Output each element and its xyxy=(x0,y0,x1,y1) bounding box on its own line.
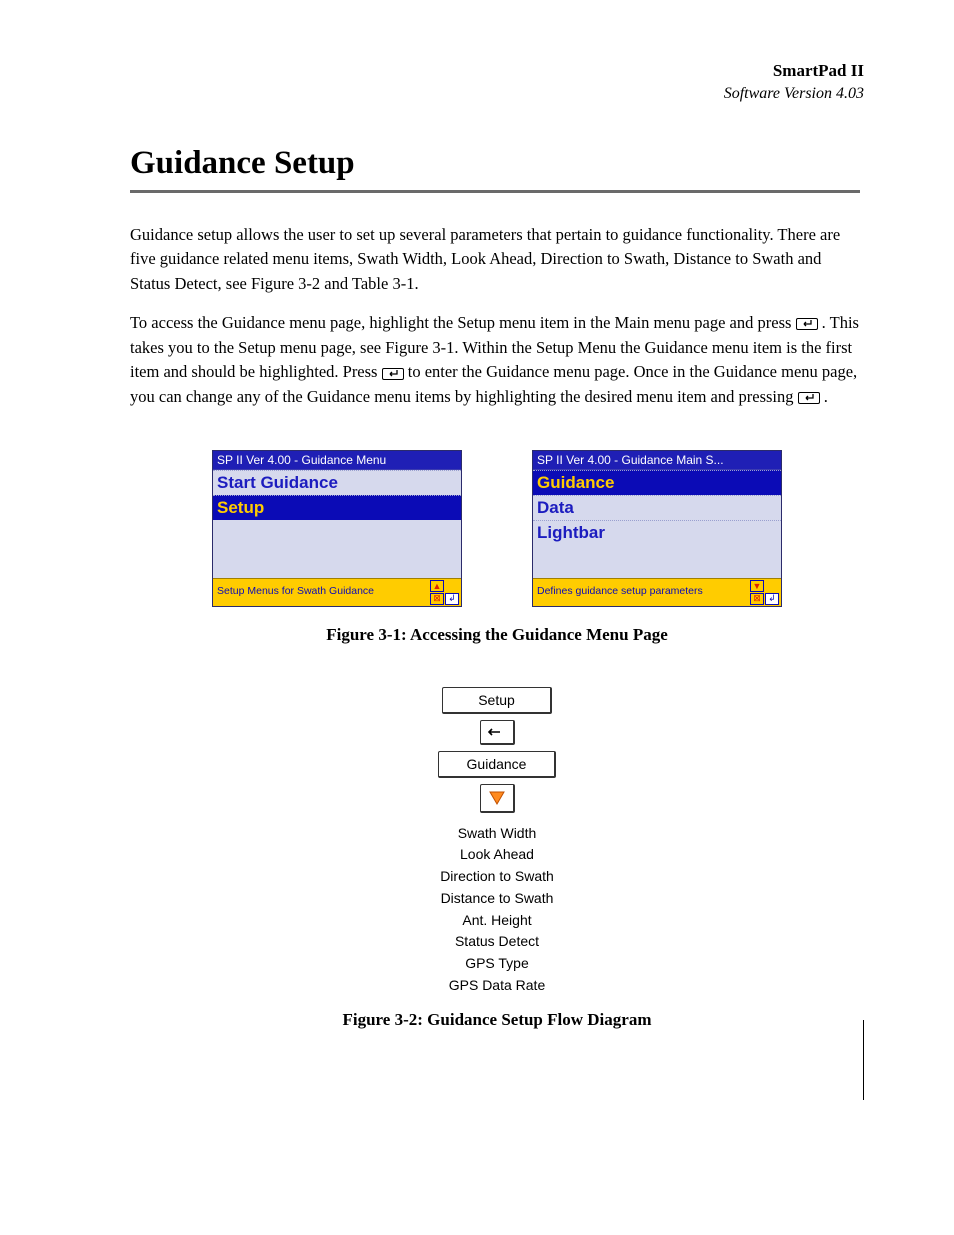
close-x-icon: ⊠ xyxy=(750,593,764,605)
lcd-titlebar: SP II Ver 4.00 - Guidance Main S... xyxy=(533,451,781,470)
figure-3-1-caption: Figure 3-1: Accessing the Guidance Menu … xyxy=(130,625,864,645)
paragraph-1: Guidance setup allows the user to set up… xyxy=(130,223,864,297)
lcd-guidance-main-setup: SP II Ver 4.00 - Guidance Main S... Guid… xyxy=(532,450,782,607)
enter-small-icon: ↲ xyxy=(445,593,459,605)
page-edge-rule xyxy=(863,1020,864,1100)
flow-item: Look Ahead xyxy=(440,844,554,866)
lcd-status-bar: Setup Menus for Swath Guidance ▲ ⊠ ↲ xyxy=(213,578,461,606)
screenshots-row: SP II Ver 4.00 - Guidance Menu Start Gui… xyxy=(130,450,864,607)
figure-3-2-caption: Figure 3-2: Guidance Setup Flow Diagram xyxy=(130,1010,864,1030)
lcd-titlebar: SP II Ver 4.00 - Guidance Menu xyxy=(213,451,461,470)
flow-down-triangle-icon xyxy=(480,784,515,813)
lcd-status-icons: ▼ ⊠ ↲ xyxy=(748,579,781,606)
menu-item-setup[interactable]: Setup xyxy=(213,495,461,520)
lcd-status-text: Setup Menus for Swath Guidance xyxy=(213,579,428,606)
flow-item: Status Detect xyxy=(440,931,554,953)
menu-item-guidance[interactable]: Guidance xyxy=(533,470,781,495)
down-arrow-icon: ▼ xyxy=(750,580,764,592)
menu-item-data[interactable]: Data xyxy=(533,495,781,520)
lcd-status-bar: Defines guidance setup parameters ▼ ⊠ ↲ xyxy=(533,578,781,606)
flow-item: GPS Type xyxy=(440,953,554,975)
lcd-status-icons: ▲ ⊠ ↲ xyxy=(428,579,461,606)
lcd-menu-area: Start Guidance Setup xyxy=(213,470,461,578)
flow-item: GPS Data Rate xyxy=(440,975,554,997)
product-name: SmartPad II xyxy=(130,60,864,83)
flow-item-list: Swath Width Look Ahead Direction to Swat… xyxy=(440,823,554,997)
flow-item: Distance to Swath xyxy=(440,888,554,910)
flow-box-setup: Setup xyxy=(442,687,552,714)
doc-header: SmartPad II Software Version 4.03 xyxy=(130,60,864,105)
enter-key-icon xyxy=(382,368,404,380)
enter-small-icon: ↲ xyxy=(765,593,779,605)
page-title: Guidance Setup xyxy=(130,145,864,182)
flow-item: Ant. Height xyxy=(440,910,554,932)
flow-diagram: Setup Guidance Swath Width Look Ahead Di… xyxy=(130,687,864,997)
enter-key-icon xyxy=(798,392,820,404)
up-arrow-icon: ▲ xyxy=(430,580,444,592)
close-x-icon: ⊠ xyxy=(430,593,444,605)
enter-key-icon xyxy=(796,318,818,330)
software-version: Software Version 4.03 xyxy=(130,83,864,105)
lcd-guidance-menu: SP II Ver 4.00 - Guidance Menu Start Gui… xyxy=(212,450,462,607)
body-text: Guidance setup allows the user to set up… xyxy=(130,223,864,410)
menu-item-start-guidance[interactable]: Start Guidance xyxy=(213,470,461,495)
menu-item-lightbar[interactable]: Lightbar xyxy=(533,520,781,545)
flow-item: Direction to Swath xyxy=(440,866,554,888)
paragraph-2: To access the Guidance menu page, highli… xyxy=(130,311,864,410)
title-rule xyxy=(130,190,860,193)
flow-enter-icon xyxy=(480,720,515,745)
flow-box-guidance: Guidance xyxy=(438,751,557,778)
lcd-status-text: Defines guidance setup parameters xyxy=(533,579,748,606)
flow-item: Swath Width xyxy=(440,823,554,845)
lcd-menu-area: Guidance Data Lightbar xyxy=(533,470,781,578)
